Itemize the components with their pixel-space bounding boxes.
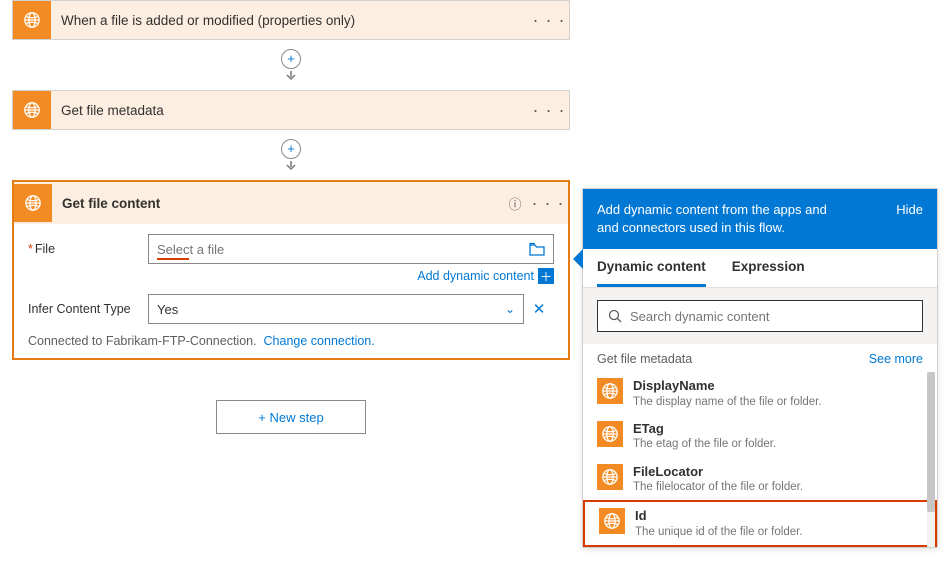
connector-icon: [597, 378, 623, 404]
folder-picker-icon[interactable]: [529, 242, 545, 256]
search-box[interactable]: [597, 300, 923, 332]
file-input-text[interactable]: [157, 242, 529, 257]
chevron-down-icon: ⌄: [505, 302, 515, 316]
connector-icon: [599, 508, 625, 534]
search-input[interactable]: [630, 309, 912, 324]
panel-pointer: [573, 249, 583, 269]
scrollbar[interactable]: [927, 372, 935, 547]
connector-icon: [13, 1, 51, 39]
trigger-card[interactable]: When a file is added or modified (proper…: [12, 0, 570, 40]
file-input[interactable]: [148, 234, 554, 264]
dynamic-item[interactable]: DisplayName The display name of the file…: [583, 372, 937, 415]
change-connection-link[interactable]: Change connection.: [264, 334, 375, 348]
new-step-button[interactable]: + New step: [216, 400, 366, 434]
infer-value: Yes: [157, 302, 505, 317]
content-card-header[interactable]: Get file content ⓘ · · ·: [14, 182, 568, 224]
dynamic-item[interactable]: FileLocator The filelocator of the file …: [583, 458, 937, 501]
infer-select[interactable]: Yes ⌄: [148, 294, 524, 324]
ellipsis-button[interactable]: · · ·: [529, 100, 569, 121]
metadata-title: Get file metadata: [51, 103, 529, 118]
hide-button[interactable]: Hide: [882, 201, 923, 219]
section-title: Get file metadata: [597, 352, 692, 366]
add-dynamic-plus-icon[interactable]: ＋: [538, 268, 554, 284]
clear-button[interactable]: ✕: [524, 300, 554, 318]
tab-dynamic-content[interactable]: Dynamic content: [597, 259, 706, 287]
dynamic-item-id[interactable]: Id The unique id of the file or folder.: [583, 500, 937, 547]
connector-icon: [14, 184, 52, 222]
connector-icon: [597, 464, 623, 490]
panel-header: Add dynamic content from the apps and an…: [583, 189, 937, 249]
dynamic-content-panel: Add dynamic content from the apps and an…: [582, 188, 938, 548]
trigger-title: When a file is added or modified (proper…: [51, 13, 529, 28]
flow-connector: +: [12, 40, 570, 90]
metadata-card[interactable]: Get file metadata · · ·: [12, 90, 570, 130]
ellipsis-button[interactable]: · · ·: [529, 10, 569, 31]
panel-tabs: Dynamic content Expression: [583, 249, 937, 288]
dynamic-items-list: DisplayName The display name of the file…: [583, 372, 937, 547]
add-step-button[interactable]: +: [281, 139, 301, 159]
content-card: Get file content ⓘ · · · *File Add dynam…: [12, 180, 570, 360]
connector-icon: [597, 421, 623, 447]
infer-label: Infer Content Type: [28, 302, 148, 316]
info-icon[interactable]: ⓘ: [502, 194, 528, 213]
connection-info: Connected to Fabrikam-FTP-Connection. Ch…: [28, 334, 554, 348]
add-step-button[interactable]: +: [281, 49, 301, 69]
search-icon: [608, 309, 622, 323]
arrow-down-icon: [283, 161, 299, 171]
arrow-down-icon: [283, 71, 299, 81]
ellipsis-button[interactable]: · · ·: [528, 193, 568, 214]
content-title: Get file content: [52, 196, 502, 211]
add-dynamic-content-link[interactable]: Add dynamic content: [417, 269, 534, 283]
connector-icon: [13, 91, 51, 129]
file-label: *File: [28, 242, 148, 256]
tab-expression[interactable]: Expression: [732, 259, 805, 287]
flow-connector: +: [12, 130, 570, 180]
see-more-link[interactable]: See more: [869, 352, 923, 366]
dynamic-item[interactable]: ETag The etag of the file or folder.: [583, 415, 937, 458]
